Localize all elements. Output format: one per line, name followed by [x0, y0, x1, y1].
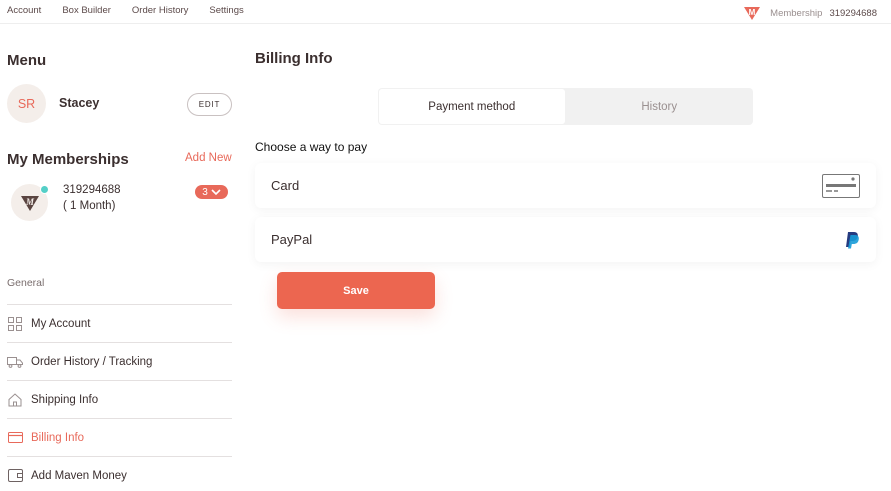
membership-number: 319294688: [829, 7, 877, 19]
top-nav-links: Account Box Builder Order History Settin…: [7, 5, 265, 16]
sidebar-item-label: Shipping Info: [31, 393, 99, 406]
wallet-icon: [7, 469, 23, 483]
top-nav: Account Box Builder Order History Settin…: [0, 0, 891, 24]
sidebar-item-order-history[interactable]: Order History / Tracking: [7, 342, 232, 380]
nav-link-settings[interactable]: Settings: [209, 5, 243, 16]
payment-option-label: PayPal: [271, 232, 313, 247]
sidebar-nav: My Account Order History / Tracking Ship…: [7, 304, 232, 491]
grid-icon: [7, 316, 23, 331]
home-icon: [7, 392, 23, 407]
memberships-title: My Memberships: [7, 151, 129, 168]
menu-title: Menu: [7, 52, 47, 69]
user-name: Stacey: [59, 96, 100, 110]
sidebar-item-billing-info[interactable]: Billing Info: [7, 418, 232, 456]
general-section-label: General: [7, 277, 45, 289]
membership-badge-count: 3: [202, 186, 208, 198]
sidebar-item-label: Add Maven Money: [31, 469, 127, 482]
svg-text:M: M: [24, 197, 34, 207]
credit-card-icon: [822, 173, 860, 198]
payment-option-label: Card: [271, 178, 300, 193]
nav-link-account[interactable]: Account: [7, 5, 41, 16]
edit-profile-button[interactable]: EDIT: [187, 93, 232, 116]
svg-text:M: M: [749, 8, 756, 17]
payment-option-paypal[interactable]: PayPal: [255, 217, 876, 262]
payment-option-card[interactable]: Card: [255, 163, 876, 208]
choose-payment-label: Choose a way to pay: [255, 140, 368, 154]
sidebar-item-label: My Account: [31, 317, 91, 330]
page-title: Billing Info: [255, 50, 333, 67]
truck-icon: [7, 355, 23, 369]
membership-id: 319294688: [63, 184, 121, 196]
tab-payment-method[interactable]: Payment method: [379, 89, 565, 124]
save-button[interactable]: Save: [277, 272, 435, 309]
membership-status-dot: [40, 185, 49, 194]
membership-box-count-dropdown[interactable]: 3: [195, 185, 228, 199]
maven-logo-icon: M: [744, 7, 761, 20]
nav-link-order-history[interactable]: Order History: [132, 5, 188, 16]
add-new-membership-link[interactable]: Add New: [185, 152, 232, 164]
chevron-down-icon: [211, 188, 221, 195]
sidebar-item-add-maven-money[interactable]: Add Maven Money: [7, 456, 232, 491]
paypal-icon: [846, 231, 859, 248]
sidebar-item-shipping-info[interactable]: Shipping Info: [7, 380, 232, 418]
nav-link-box-builder[interactable]: Box Builder: [62, 5, 111, 16]
avatar: SR: [7, 84, 46, 123]
sidebar-item-label: Order History / Tracking: [31, 355, 153, 368]
sidebar-item-label: Billing Info: [31, 431, 85, 444]
membership-term: ( 1 Month): [63, 200, 116, 212]
sidebar-item-my-account[interactable]: My Account: [7, 304, 232, 342]
membership-indicator[interactable]: M Membership 319294688: [743, 5, 877, 21]
maven-shield-icon: M: [20, 195, 39, 211]
sidebar: Menu SR Stacey EDIT My Memberships Add N…: [0, 24, 240, 491]
credit-card-icon: [7, 431, 23, 445]
tab-history[interactable]: History: [567, 89, 753, 124]
billing-tabs: Payment method History: [378, 88, 753, 125]
membership-label: Membership: [770, 7, 823, 19]
